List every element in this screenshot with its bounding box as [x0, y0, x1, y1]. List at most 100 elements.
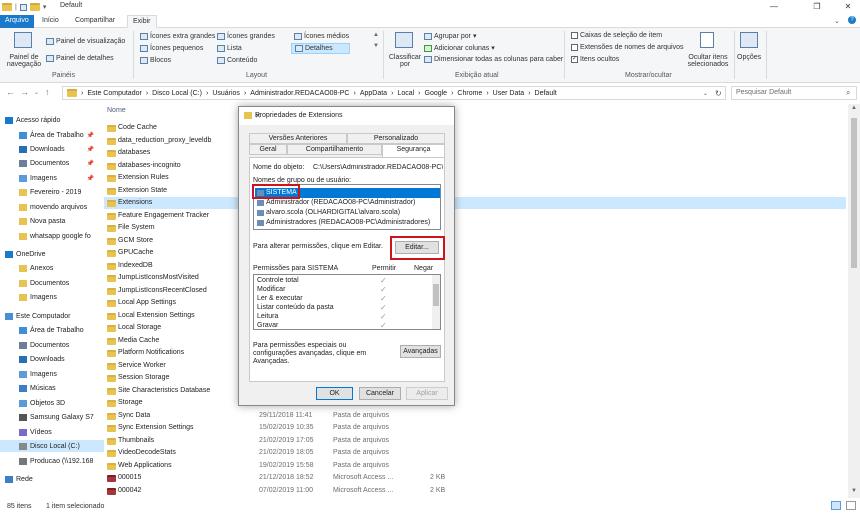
nav-item[interactable]: Este Computador: [0, 310, 104, 322]
large-icons-view-icon[interactable]: [846, 501, 856, 510]
table-row[interactable]: Site Characteristics Database: [104, 385, 846, 397]
breadcrumb-item[interactable]: Disco Local (C:): [152, 90, 202, 97]
breadcrumb-item[interactable]: Usuários: [212, 90, 240, 97]
table-row[interactable]: Extension Rules: [104, 172, 846, 184]
table-row[interactable]: Local App Settings: [104, 297, 846, 309]
breadcrumb-item[interactable]: User Data: [493, 90, 525, 97]
user-item[interactable]: Administradores (REDACAO08-PC\Administra…: [255, 218, 440, 228]
nav-item[interactable]: Documentos: [0, 339, 104, 351]
nav-item[interactable]: movendo arquivos: [0, 201, 104, 213]
breadcrumb-item[interactable]: AppData: [360, 90, 387, 97]
table-row[interactable]: Storage: [104, 397, 846, 409]
tab-share[interactable]: Compartilhar: [70, 15, 120, 28]
nav-item[interactable]: Acesso rápido: [0, 114, 104, 126]
table-row[interactable]: Feature Engagement Tracker: [104, 210, 846, 222]
nav-item[interactable]: Downloads 📌: [0, 143, 104, 155]
add-columns-button[interactable]: Adicionar colunas ▾: [424, 44, 495, 52]
chevron-down-icon[interactable]: ⌄: [34, 89, 39, 96]
nav-item[interactable]: Nova pasta: [0, 215, 104, 227]
details-pane-button[interactable]: Painel de detalhes: [46, 55, 114, 62]
table-row[interactable]: Thumbnails 21/02/2019 17:05 Pasta de arqui…: [104, 435, 846, 447]
table-row[interactable]: Extensions: [104, 197, 846, 209]
layout-details[interactable]: Detalhes: [291, 43, 350, 54]
tab-file[interactable]: Arquivo: [0, 15, 34, 28]
table-row[interactable]: IndexedDB: [104, 260, 846, 272]
back-icon[interactable]: ←: [6, 87, 15, 97]
permissions-scrollbar[interactable]: [432, 275, 440, 329]
apply-button[interactable]: Aplicar: [406, 387, 448, 400]
table-row[interactable]: GPUCache: [104, 247, 846, 259]
table-row[interactable]: JumpListIconsRecentClosed: [104, 285, 846, 297]
table-row[interactable]: File System: [104, 222, 846, 234]
new-folder-icon[interactable]: [29, 3, 40, 11]
breadcrumb-item[interactable]: Local: [397, 90, 414, 97]
up-icon[interactable]: ↑: [45, 87, 50, 97]
table-row[interactable]: Local Extension Settings: [104, 310, 846, 322]
details-view-icon[interactable]: [831, 501, 841, 510]
maximize-icon[interactable]: ❐: [805, 0, 829, 14]
pin-icon[interactable]: 📌: [87, 146, 94, 153]
size-columns-button[interactable]: Dimensionar todas as colunas para caber: [424, 56, 563, 63]
pin-icon[interactable]: 📌: [87, 175, 94, 182]
chevron-down-icon[interactable]: ▼: [373, 43, 379, 49]
minimize-icon[interactable]: —: [762, 0, 786, 14]
layout-extra-large-icons[interactable]: Ícones extra grandes: [140, 33, 215, 40]
file-extensions-toggle[interactable]: Extensões de nomes de arquivos: [571, 44, 684, 51]
chevron-down-icon[interactable]: ⌄: [834, 17, 840, 25]
nav-item[interactable]: Disco Local (C:): [0, 440, 104, 452]
breadcrumb-item[interactable]: Default: [535, 90, 557, 97]
table-row[interactable]: Extension State: [104, 185, 846, 197]
table-row[interactable]: databases: [104, 147, 846, 159]
nav-item[interactable]: Imagens 📌: [0, 172, 104, 184]
table-row[interactable]: VideoDecodeStats 21/02/2019 18:05 Pasta de…: [104, 447, 846, 459]
layout-small-icons[interactable]: Ícones pequenos: [140, 45, 203, 52]
user-item[interactable]: Administrador (REDACAO08-PC\Administrado…: [255, 198, 440, 208]
nav-item[interactable]: Samsung Galaxy S7: [0, 411, 104, 423]
tab-previous-versions[interactable]: Versões Anteriores: [249, 133, 347, 144]
column-header-name[interactable]: Nome: [107, 107, 126, 114]
layout-large-icons[interactable]: Ícones grandes: [217, 33, 275, 40]
nav-item[interactable]: Imagens: [0, 368, 104, 380]
navigation-pane-button[interactable]: Painel de navegação: [5, 54, 43, 68]
checkbox[interactable]: [571, 44, 578, 51]
chevron-down-icon[interactable]: ⌄: [703, 90, 708, 97]
nav-item[interactable]: Vídeos: [0, 426, 104, 438]
options-button[interactable]: Opções: [737, 54, 761, 61]
tab-sharing[interactable]: Compartilhamento: [287, 144, 382, 155]
tab-custom[interactable]: Personalizado: [347, 133, 445, 144]
table-row[interactable]: Sync Extension Settings 15/02/2019 10:35 P…: [104, 422, 846, 434]
nav-item[interactable]: Objetos 3D: [0, 397, 104, 409]
layout-medium-icons[interactable]: Ícones médios: [294, 33, 349, 40]
cancel-button[interactable]: Cancelar: [359, 387, 401, 400]
nav-item[interactable]: Área de Trabalho 📌: [0, 129, 104, 141]
nav-item[interactable]: Documentos 📌: [0, 157, 104, 169]
refresh-icon[interactable]: ↻: [715, 89, 722, 98]
breadcrumb-item[interactable]: Este Computador: [87, 90, 141, 97]
chevron-down-icon[interactable]: ▼: [851, 488, 857, 494]
table-row[interactable]: Media Cache: [104, 335, 846, 347]
scrollbar-thumb[interactable]: [851, 118, 857, 268]
hidden-items-toggle[interactable]: ✓ Itens ocultos: [571, 56, 619, 63]
sort-by-button[interactable]: Classificar por: [387, 54, 423, 68]
table-row[interactable]: 000015 21/12/2018 18:52 Microsoft Access .…: [104, 472, 846, 484]
address-bar[interactable]: › Este Computador › Disco Local (C:) › Usu…: [62, 86, 726, 100]
user-item[interactable]: alvaro.scola (OLHARDIGITAL\alvaro.scola): [255, 208, 440, 218]
item-checkboxes-toggle[interactable]: Caixas de seleção de item: [571, 32, 662, 39]
chevron-up-icon[interactable]: ▲: [373, 32, 379, 38]
chevron-down-icon[interactable]: ▾: [43, 3, 47, 11]
table-row[interactable]: JumpListIconsMostVisited: [104, 272, 846, 284]
table-row[interactable]: databases-incognito: [104, 160, 846, 172]
nav-item[interactable]: whatsapp google fo: [0, 230, 104, 242]
nav-item[interactable]: Fevereiro - 2019: [0, 186, 104, 198]
close-icon[interactable]: ✕: [255, 112, 448, 120]
nav-item[interactable]: OneDrive: [0, 248, 104, 260]
ok-button[interactable]: OK: [316, 387, 353, 400]
breadcrumb-item[interactable]: Chrome: [457, 90, 482, 97]
layout-tiles[interactable]: Blocos: [140, 57, 171, 64]
table-row[interactable]: Sync Data 29/11/2018 11:41 Pasta de arquiv…: [104, 410, 846, 422]
group-by-button[interactable]: Agrupar por ▾: [424, 32, 476, 40]
pin-icon[interactable]: 📌: [87, 160, 94, 167]
layout-content[interactable]: Conteúdo: [217, 57, 257, 64]
table-row[interactable]: data_reduction_proxy_leveldb: [104, 135, 846, 147]
scrollbar-thumb[interactable]: [433, 284, 439, 306]
